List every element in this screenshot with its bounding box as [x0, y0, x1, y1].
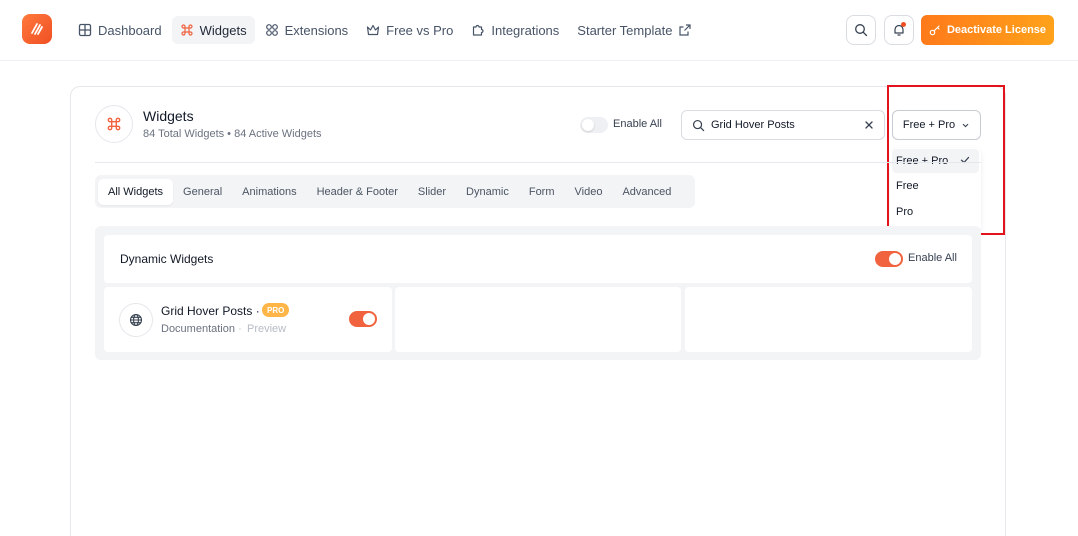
tab-all-widgets[interactable]: All Widgets [98, 178, 174, 205]
documentation-link[interactable]: Documentation · [161, 323, 242, 335]
nav-dashboard-label: Dashboard [98, 22, 162, 38]
grid-icon [78, 23, 92, 37]
search-value: Grid Hover Posts [711, 119, 795, 131]
search-icon [692, 119, 705, 131]
license-button-label: Deactivate License [946, 24, 1047, 36]
nav-extensions-label: Extensions [284, 22, 349, 38]
widget-enable-toggle[interactable] [349, 311, 377, 327]
clear-search-icon[interactable] [864, 120, 874, 130]
nav-widgets[interactable]: Widgets [171, 16, 255, 44]
pro-badge: PRO [262, 303, 290, 317]
crown-icon [366, 23, 380, 37]
tab-video[interactable]: Video [565, 179, 613, 205]
empty-card [685, 287, 972, 352]
widget-search-input[interactable]: Grid Hover Posts [681, 110, 885, 140]
main-nav: Dashboard Widgets Extensions Free vs Pro… [70, 16, 700, 44]
toggle-knob [363, 313, 375, 325]
toggle-knob [889, 253, 901, 265]
section-enable-all-toggle[interactable] [875, 251, 903, 267]
deactivate-license-button[interactable]: Deactivate License [921, 15, 1054, 45]
logo-icon [31, 23, 43, 35]
tab-header-footer[interactable]: Header & Footer [307, 179, 408, 205]
tab-general[interactable]: General [173, 179, 232, 205]
key-icon [929, 25, 940, 36]
top-navbar: Dashboard Widgets Extensions Free vs Pro… [0, 0, 1078, 61]
notifications-button[interactable] [884, 15, 914, 45]
nav-integrations-label: Integrations [491, 22, 560, 38]
nav-starter-template-label: Starter Template [577, 22, 673, 38]
category-tabs: All Widgets General Animations Header & … [95, 175, 695, 208]
link-separator: · [238, 323, 242, 335]
tab-advanced[interactable]: Advanced [612, 179, 681, 205]
widgets-header-icon [95, 105, 133, 143]
nav-extensions[interactable]: Extensions [257, 16, 357, 44]
preview-link[interactable]: Preview [247, 323, 286, 335]
nav-integrations[interactable]: Integrations [463, 16, 567, 44]
nav-widgets-label: Widgets [199, 22, 247, 38]
command-icon [107, 117, 121, 131]
widget-icon [119, 303, 153, 337]
notification-dot [901, 22, 906, 27]
nav-free-vs-pro[interactable]: Free vs Pro [358, 16, 461, 44]
nav-free-vs-pro-label: Free vs Pro [386, 22, 454, 38]
widget-count-subtitle: 84 Total Widgets • 84 Active Widgets [143, 128, 322, 140]
section-title: Dynamic Widgets [120, 252, 214, 266]
command-icon [180, 23, 194, 37]
tab-slider[interactable]: Slider [408, 179, 456, 205]
tab-dynamic[interactable]: Dynamic [456, 179, 519, 205]
app-logo[interactable] [22, 14, 52, 44]
section-header [104, 235, 972, 283]
empty-card [395, 287, 681, 352]
nav-starter-template[interactable]: Starter Template [569, 16, 700, 44]
section-enable-all-label: Enable All [908, 252, 957, 264]
highlight-box [887, 85, 1005, 235]
nav-dashboard[interactable]: Dashboard [70, 16, 170, 44]
enable-all-label: Enable All [613, 118, 662, 130]
toggle-knob [582, 119, 594, 131]
search-icon [855, 24, 868, 37]
search-button[interactable] [846, 15, 876, 45]
external-link-icon [678, 23, 692, 37]
puzzle-icon [471, 23, 485, 37]
documentation-label: Documentation [161, 323, 235, 335]
globe-icon [129, 313, 143, 327]
tab-animations[interactable]: Animations [232, 179, 306, 205]
header-divider [95, 162, 981, 163]
extensions-icon [265, 23, 279, 37]
page-title: Widgets [143, 108, 194, 124]
tab-form[interactable]: Form [519, 179, 565, 205]
enable-all-toggle[interactable] [580, 117, 608, 133]
widget-name: Grid Hover Posts · [161, 304, 260, 318]
